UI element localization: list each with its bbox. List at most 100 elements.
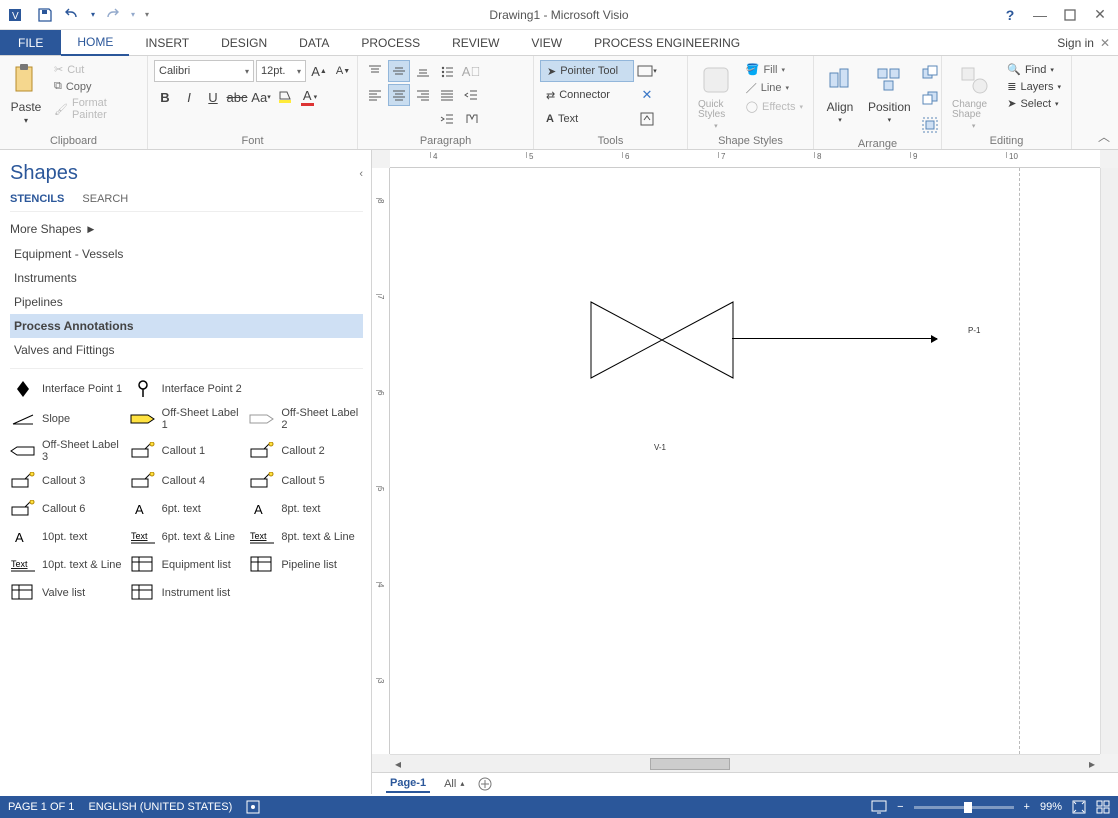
shape-item[interactable]: Text6pt. text & Line (130, 527, 244, 547)
shape-item[interactable]: Callout 5 (249, 471, 363, 491)
maximize-button[interactable] (1056, 3, 1084, 27)
stencils-tab[interactable]: STENCILS (10, 193, 64, 205)
strike-button[interactable]: abc (226, 86, 248, 108)
shape-item[interactable]: Pipeline list (249, 555, 363, 575)
tab-file[interactable]: FILE (0, 30, 61, 55)
paste-button[interactable]: Paste ▾ (6, 60, 46, 127)
search-tab[interactable]: SEARCH (82, 193, 128, 205)
cut-button[interactable]: ✂Cut (50, 62, 141, 77)
shape-item[interactable]: Off-Sheet Label 2 (249, 407, 363, 431)
position-button[interactable]: Position▾ (864, 60, 915, 126)
tab-process-engineering[interactable]: PROCESS ENGINEERING (578, 30, 756, 55)
copy-button[interactable]: ⧉Copy (50, 79, 141, 94)
vertical-scrollbar[interactable] (1100, 168, 1118, 754)
zoom-level[interactable]: 99% (1040, 801, 1062, 813)
select-button[interactable]: ➤Select▾ (1003, 96, 1065, 111)
text-tool-button[interactable]: AText (540, 108, 634, 130)
shape-item[interactable]: Interface Point 2 (130, 379, 244, 399)
minimize-button[interactable]: ― (1026, 3, 1054, 27)
undo-button[interactable] (60, 2, 86, 28)
shrink-font-button[interactable]: A▼ (332, 60, 354, 82)
help-button[interactable]: ? (996, 3, 1024, 27)
align-center-button[interactable] (388, 84, 410, 106)
tab-process[interactable]: PROCESS (345, 30, 436, 55)
group-button[interactable] (919, 114, 941, 136)
quick-styles-button[interactable]: Quick Styles▾ (694, 60, 738, 132)
bullets-button[interactable] (436, 60, 458, 82)
font-size-combo[interactable]: 12pt.▾ (256, 60, 306, 82)
bring-front-button[interactable] (919, 62, 941, 84)
shape-item[interactable]: A6pt. text (130, 499, 244, 519)
shape-item[interactable]: Callout 3 (10, 471, 124, 491)
effects-button[interactable]: ◯Effects▾ (742, 99, 807, 114)
align-button[interactable]: Align▾ (820, 60, 860, 126)
signin-close-icon[interactable]: ✕ (1100, 36, 1110, 50)
align-middle-button[interactable] (388, 60, 410, 82)
shape-item[interactable]: Callout 1 (130, 439, 244, 463)
justify-button[interactable] (436, 84, 458, 106)
text-block-button[interactable] (636, 108, 658, 130)
tab-review[interactable]: REVIEW (436, 30, 515, 55)
scroll-thumb[interactable] (650, 758, 730, 770)
font-color-button[interactable]: A▾ (298, 86, 320, 108)
shape-item[interactable]: Callout 4 (130, 471, 244, 491)
pipeline-shape[interactable] (732, 338, 937, 339)
bold-button[interactable]: B (154, 86, 176, 108)
stencil-item[interactable]: Pipelines (10, 290, 363, 314)
tab-view[interactable]: VIEW (515, 30, 578, 55)
send-back-button[interactable] (919, 88, 941, 110)
page-all-button[interactable]: All▴ (444, 778, 464, 790)
align-right-button[interactable] (412, 84, 434, 106)
layers-button[interactable]: ≣Layers▾ (1003, 79, 1065, 94)
stencil-item[interactable]: Process Annotations (10, 314, 363, 338)
zoom-out-button[interactable]: − (897, 801, 903, 813)
clear-format-button[interactable]: A⃠ (460, 60, 482, 82)
redo-button[interactable] (100, 2, 126, 28)
tab-data[interactable]: DATA (283, 30, 345, 55)
drawing-canvas[interactable]: V-1 P-1 (390, 168, 1100, 754)
shape-item[interactable]: Callout 6 (10, 499, 124, 519)
underline-button[interactable]: U (202, 86, 224, 108)
shape-item[interactable]: Text8pt. text & Line (249, 527, 363, 547)
status-page[interactable]: PAGE 1 OF 1 (8, 801, 74, 813)
save-button[interactable] (32, 2, 58, 28)
add-page-button[interactable] (478, 777, 492, 791)
stencil-item[interactable]: Instruments (10, 266, 363, 290)
italic-button[interactable]: I (178, 86, 200, 108)
connector-tool-button[interactable]: ⇄Connector (540, 84, 634, 106)
signin-link[interactable]: Sign in (1057, 36, 1094, 50)
qat-customize[interactable]: ▾ (140, 2, 154, 28)
shape-item[interactable]: Callout 2 (249, 439, 363, 463)
shape-item[interactable]: Off-Sheet Label 3 (10, 439, 124, 463)
find-button[interactable]: 🔍Find▾ (1003, 62, 1065, 77)
stencil-item[interactable]: Valves and Fittings (10, 338, 363, 362)
tab-design[interactable]: DESIGN (205, 30, 283, 55)
format-painter-button[interactable]: 🖌Format Painter (50, 96, 141, 122)
shape-item[interactable]: Interface Point 1 (10, 379, 124, 399)
shape-item[interactable]: Text10pt. text & Line (10, 555, 124, 575)
grow-font-button[interactable]: A▲ (308, 60, 330, 82)
horizontal-scrollbar[interactable]: ◂ ▸ (390, 754, 1100, 772)
scroll-left-icon[interactable]: ◂ (390, 756, 406, 772)
indent-dec-button[interactable] (460, 84, 482, 106)
line-button[interactable]: ／Line▾ (742, 79, 807, 97)
redo-dropdown[interactable]: ▾ (128, 2, 138, 28)
align-bottom-button[interactable] (412, 60, 434, 82)
collapse-shapes-button[interactable]: ‹ (359, 168, 363, 180)
tab-home[interactable]: HOME (61, 30, 129, 56)
stencil-item[interactable]: Equipment - Vessels (10, 242, 363, 266)
page-tab-1[interactable]: Page-1 (386, 775, 430, 793)
macro-icon[interactable] (246, 800, 260, 814)
collapse-ribbon-button[interactable]: ︿ (1098, 128, 1110, 145)
highlight-button[interactable] (274, 86, 296, 108)
fullscreen-icon[interactable] (1096, 800, 1110, 814)
align-top-button[interactable] (364, 60, 386, 82)
more-shapes-button[interactable]: More Shapes▶ (10, 212, 363, 242)
align-left-button[interactable] (364, 84, 386, 106)
rectangle-tool-button[interactable]: ▾ (636, 60, 658, 82)
font-family-combo[interactable]: Calibri▾ (154, 60, 254, 82)
rotate-text-button[interactable] (460, 108, 482, 130)
connection-point-button[interactable]: ✕ (636, 84, 658, 106)
valve-shape[interactable] (590, 301, 734, 379)
scroll-right-icon[interactable]: ▸ (1084, 756, 1100, 772)
